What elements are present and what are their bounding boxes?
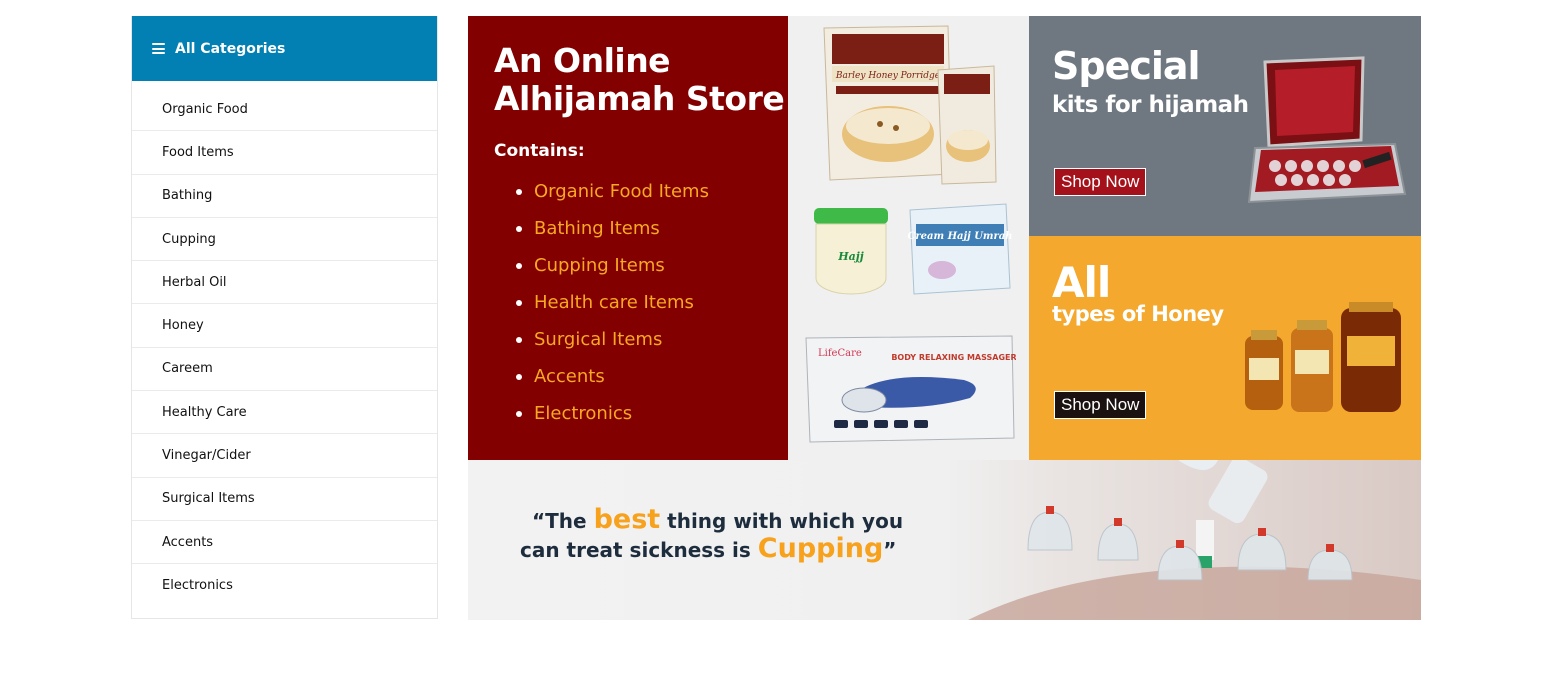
category-item-honey[interactable]: Honey — [132, 304, 437, 348]
massager-brand: LifeCare — [818, 348, 862, 359]
category-item-cupping[interactable]: Cupping — [132, 218, 437, 262]
special-kits-banner[interactable]: Special kits for hijamah Shop Now — [1029, 16, 1421, 236]
promo-title: An Online Alhijamah Store — [494, 42, 788, 118]
porridge-box-label: Barley Honey Porridge — [835, 71, 940, 81]
promo-item: Bathing Items — [516, 210, 788, 247]
promo-item-list: Organic Food Items Bathing Items Cupping… — [494, 173, 788, 432]
quote-close: ” — [883, 538, 897, 562]
svg-text:Hajj: Hajj — [837, 250, 864, 263]
category-item-organic-food[interactable]: Organic Food — [132, 88, 437, 132]
honey-banner[interactable]: All types of Honey Shop Now — [1029, 236, 1421, 460]
category-item-electronics[interactable]: Electronics — [132, 564, 437, 607]
all-categories-header[interactable]: All Categories — [132, 16, 437, 81]
promo-title-line1: An Online — [494, 41, 671, 80]
promo-item: Health care Items — [516, 284, 788, 321]
quote-rest1: thing with which you — [667, 509, 904, 533]
category-item-surgical-items[interactable]: Surgical Items — [132, 478, 437, 521]
promo-item: Cupping Items — [516, 247, 788, 284]
promo-item: Surgical Items — [516, 321, 788, 358]
category-item-bathing[interactable]: Bathing — [132, 175, 437, 218]
cupping-kit-case-image — [1247, 56, 1407, 204]
quote-line2-text: can treat sickness is — [520, 538, 751, 562]
category-list: Organic Food Food Items Bathing Cupping … — [132, 81, 437, 608]
quote-open: “The — [532, 509, 587, 533]
menu-icon — [152, 43, 165, 54]
promo-title-line2: Alhijamah Store — [494, 79, 785, 118]
honey-headline: All — [1052, 258, 1111, 307]
kits-headline: Special — [1052, 44, 1201, 88]
product-images-panel[interactable]: Barley Honey Porridge Hajj Cream Hajj Um… — [788, 16, 1029, 460]
category-item-accents[interactable]: Accents — [132, 521, 437, 565]
cupping-therapy-image — [968, 460, 1421, 620]
kits-subline: kits for hijamah — [1052, 92, 1249, 118]
promo-contains-label: Contains: — [494, 141, 585, 161]
category-item-herbal-oil[interactable]: Herbal Oil — [132, 261, 437, 305]
category-sidebar: All Categories Organic Food Food Items B… — [131, 16, 438, 619]
porridge-box-image: Barley Honey Porridge — [823, 25, 997, 185]
kits-shop-now-button[interactable]: Shop Now — [1054, 168, 1147, 196]
massager-box-image: LifeCare BODY RELAXING MASSAGER — [805, 335, 1016, 443]
promo-item: Organic Food Items — [516, 173, 788, 210]
honey-shop-now-button[interactable]: Shop Now — [1054, 391, 1147, 419]
cream-box-label: Cream Hajj Umrah — [907, 231, 1012, 242]
category-item-food-items[interactable]: Food Items — [132, 131, 437, 175]
quote-line1: “The best thing with which you — [532, 506, 903, 535]
category-item-vinegar-cider[interactable]: Vinegar/Cider — [132, 434, 437, 478]
honey-subline: types of Honey — [1052, 302, 1224, 326]
quote-line2: can treat sickness is Cupping” — [520, 535, 903, 564]
honey-jars-image — [1245, 302, 1401, 412]
cupping-quote-banner[interactable]: “The best thing with which you can treat… — [468, 460, 1421, 620]
cupping-quote: “The best thing with which you can treat… — [520, 506, 903, 564]
massager-label: BODY RELAXING MASSAGER — [891, 353, 1016, 362]
quote-accent-best: best — [593, 504, 661, 535]
promo-item: Electronics — [516, 395, 788, 432]
promo-item: Accents — [516, 358, 788, 395]
category-item-careem[interactable]: Careem — [132, 348, 437, 392]
cream-jars-image: Hajj Cream Hajj Umrah — [814, 203, 1012, 295]
category-item-healthy-care[interactable]: Healthy Care — [132, 391, 437, 435]
quote-accent-cupping: Cupping — [757, 533, 884, 564]
store-promo-panel[interactable]: An Online Alhijamah Store Contains: Orga… — [468, 16, 788, 460]
sidebar-title: All Categories — [175, 40, 286, 57]
